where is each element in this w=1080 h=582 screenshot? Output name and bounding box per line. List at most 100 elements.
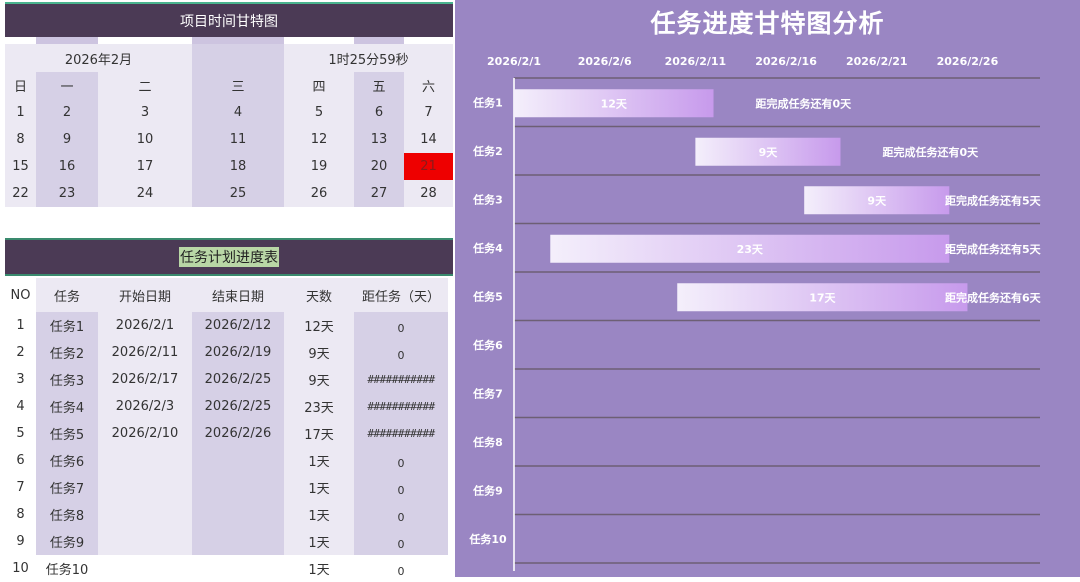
plan-cell[interactable]: ########### — [354, 420, 448, 447]
plan-cell[interactable] — [192, 555, 284, 582]
calendar-day[interactable]: 11 — [192, 126, 284, 153]
plan-cell[interactable]: 1天 — [284, 555, 354, 582]
calendar-day[interactable]: 25 — [192, 180, 284, 207]
plan-cell[interactable] — [98, 555, 192, 582]
calendar-day[interactable]: 19 — [284, 153, 354, 180]
plan-cell[interactable]: ########### — [354, 393, 448, 420]
plan-cell[interactable]: 2026/2/12 — [192, 312, 284, 339]
plan-cell[interactable]: 2026/2/1 — [98, 312, 192, 339]
plan-cell[interactable]: 1天 — [284, 474, 354, 501]
plan-cell[interactable] — [98, 528, 192, 555]
plan-cell[interactable]: 任务5 — [36, 420, 98, 447]
calendar-day[interactable]: 12 — [284, 126, 354, 153]
plan-cell[interactable]: 任务6 — [36, 447, 98, 474]
plan-cell[interactable]: 2026/2/25 — [192, 366, 284, 393]
plan-cell[interactable]: 2 — [5, 339, 36, 366]
plan-cell[interactable]: 12天 — [284, 312, 354, 339]
plan-cell[interactable]: 0 — [354, 447, 448, 474]
plan-cell[interactable]: 任务7 — [36, 474, 98, 501]
calendar-day[interactable]: 2 — [36, 99, 98, 126]
calendar-day[interactable]: 1 — [5, 99, 36, 126]
plan-cell[interactable]: 任务8 — [36, 501, 98, 528]
plan-cell[interactable]: 2026/2/3 — [98, 393, 192, 420]
plan-cell[interactable]: 17天 — [284, 420, 354, 447]
calendar-divider — [36, 37, 98, 44]
plan-cell[interactable]: 9天 — [284, 366, 354, 393]
plan-cell[interactable]: 任务1 — [36, 312, 98, 339]
plan-header-cell: 结束日期 — [192, 278, 284, 312]
plan-title-text: 任务计划进度表 — [179, 247, 279, 267]
plan-cell[interactable]: 任务3 — [36, 366, 98, 393]
calendar-day[interactable]: 10 — [98, 126, 192, 153]
plan-cell[interactable]: 1天 — [284, 447, 354, 474]
plan-row: 7 任务7 1天 0 — [5, 474, 448, 501]
plan-cell[interactable]: 0 — [354, 501, 448, 528]
plan-cell[interactable]: 10 — [5, 555, 36, 582]
plan-cell[interactable]: 1天 — [284, 528, 354, 555]
calendar-day[interactable]: 7 — [404, 99, 453, 126]
plan-cell[interactable] — [98, 501, 192, 528]
bar-remaining-label: 距完成任务还有5天 — [945, 193, 1042, 207]
plan-cell[interactable]: 任务10 — [36, 555, 98, 582]
weekday-label: 一 — [36, 72, 98, 99]
plan-row: 10 任务10 1天 0 — [5, 555, 448, 582]
calendar-day[interactable]: 4 — [192, 99, 284, 126]
calendar-day[interactable]: 20 — [354, 153, 404, 180]
plan-cell[interactable]: 2026/2/10 — [98, 420, 192, 447]
plan-cell[interactable]: 任务4 — [36, 393, 98, 420]
bar-remaining-label: 距完成任务还有0天 — [756, 96, 853, 110]
plan-cell[interactable]: 5 — [5, 420, 36, 447]
plan-row: 4 任务4 2026/2/3 2026/2/25 23天 ########### — [5, 393, 448, 420]
calendar-day[interactable]: 3 — [98, 99, 192, 126]
calendar-day[interactable]: 9 — [36, 126, 98, 153]
calendar-day[interactable]: 13 — [354, 126, 404, 153]
plan-cell[interactable] — [98, 447, 192, 474]
calendar-day[interactable]: 27 — [354, 180, 404, 207]
plan-cell[interactable] — [192, 528, 284, 555]
plan-cell[interactable]: 2026/2/19 — [192, 339, 284, 366]
plan-cell[interactable]: 2026/2/26 — [192, 420, 284, 447]
plan-cell[interactable]: 2026/2/25 — [192, 393, 284, 420]
gantt-chart: 任务进度甘特图分析 2026/2/1 2026/2/6 2026/2/11 2026/… — [455, 0, 1080, 577]
plan-cell[interactable]: 6 — [5, 447, 36, 474]
calendar-day[interactable]: 28 — [404, 180, 453, 207]
plan-cell[interactable] — [98, 474, 192, 501]
category-label: 任务5 — [472, 289, 503, 303]
plan-cell[interactable]: 8 — [5, 501, 36, 528]
calendar-day-today[interactable]: 21 — [404, 153, 453, 180]
plan-cell[interactable]: 2026/2/11 — [98, 339, 192, 366]
plan-cell[interactable]: 0 — [354, 312, 448, 339]
plan-cell[interactable]: 3 — [5, 366, 36, 393]
plan-cell[interactable] — [192, 501, 284, 528]
plan-cell[interactable]: 4 — [5, 393, 36, 420]
calendar-day[interactable]: 8 — [5, 126, 36, 153]
plan-cell[interactable]: 9天 — [284, 339, 354, 366]
weekday-label: 三 — [192, 72, 284, 99]
calendar-day[interactable]: 6 — [354, 99, 404, 126]
plan-cell[interactable] — [192, 447, 284, 474]
plan-cell[interactable]: 0 — [354, 528, 448, 555]
plan-cell[interactable] — [192, 474, 284, 501]
calendar-day[interactable]: 22 — [5, 180, 36, 207]
plan-cell[interactable]: 23天 — [284, 393, 354, 420]
plan-cell[interactable]: 任务9 — [36, 528, 98, 555]
plan-cell[interactable]: 0 — [354, 474, 448, 501]
calendar-day[interactable]: 16 — [36, 153, 98, 180]
calendar-day[interactable]: 18 — [192, 153, 284, 180]
calendar-day[interactable]: 5 — [284, 99, 354, 126]
plan-cell[interactable]: 0 — [354, 339, 448, 366]
calendar-day[interactable]: 17 — [98, 153, 192, 180]
plan-cell[interactable]: ########### — [354, 366, 448, 393]
plan-cell[interactable]: 2026/2/17 — [98, 366, 192, 393]
calendar-day[interactable]: 26 — [284, 180, 354, 207]
plan-cell[interactable]: 9 — [5, 528, 36, 555]
plan-cell[interactable]: 1天 — [284, 501, 354, 528]
calendar-day[interactable]: 24 — [98, 180, 192, 207]
calendar-day[interactable]: 14 — [404, 126, 453, 153]
plan-cell[interactable]: 0 — [354, 555, 448, 582]
calendar-day[interactable]: 23 — [36, 180, 98, 207]
plan-cell[interactable]: 1 — [5, 312, 36, 339]
plan-cell[interactable]: 任务2 — [36, 339, 98, 366]
calendar-day[interactable]: 15 — [5, 153, 36, 180]
plan-cell[interactable]: 7 — [5, 474, 36, 501]
